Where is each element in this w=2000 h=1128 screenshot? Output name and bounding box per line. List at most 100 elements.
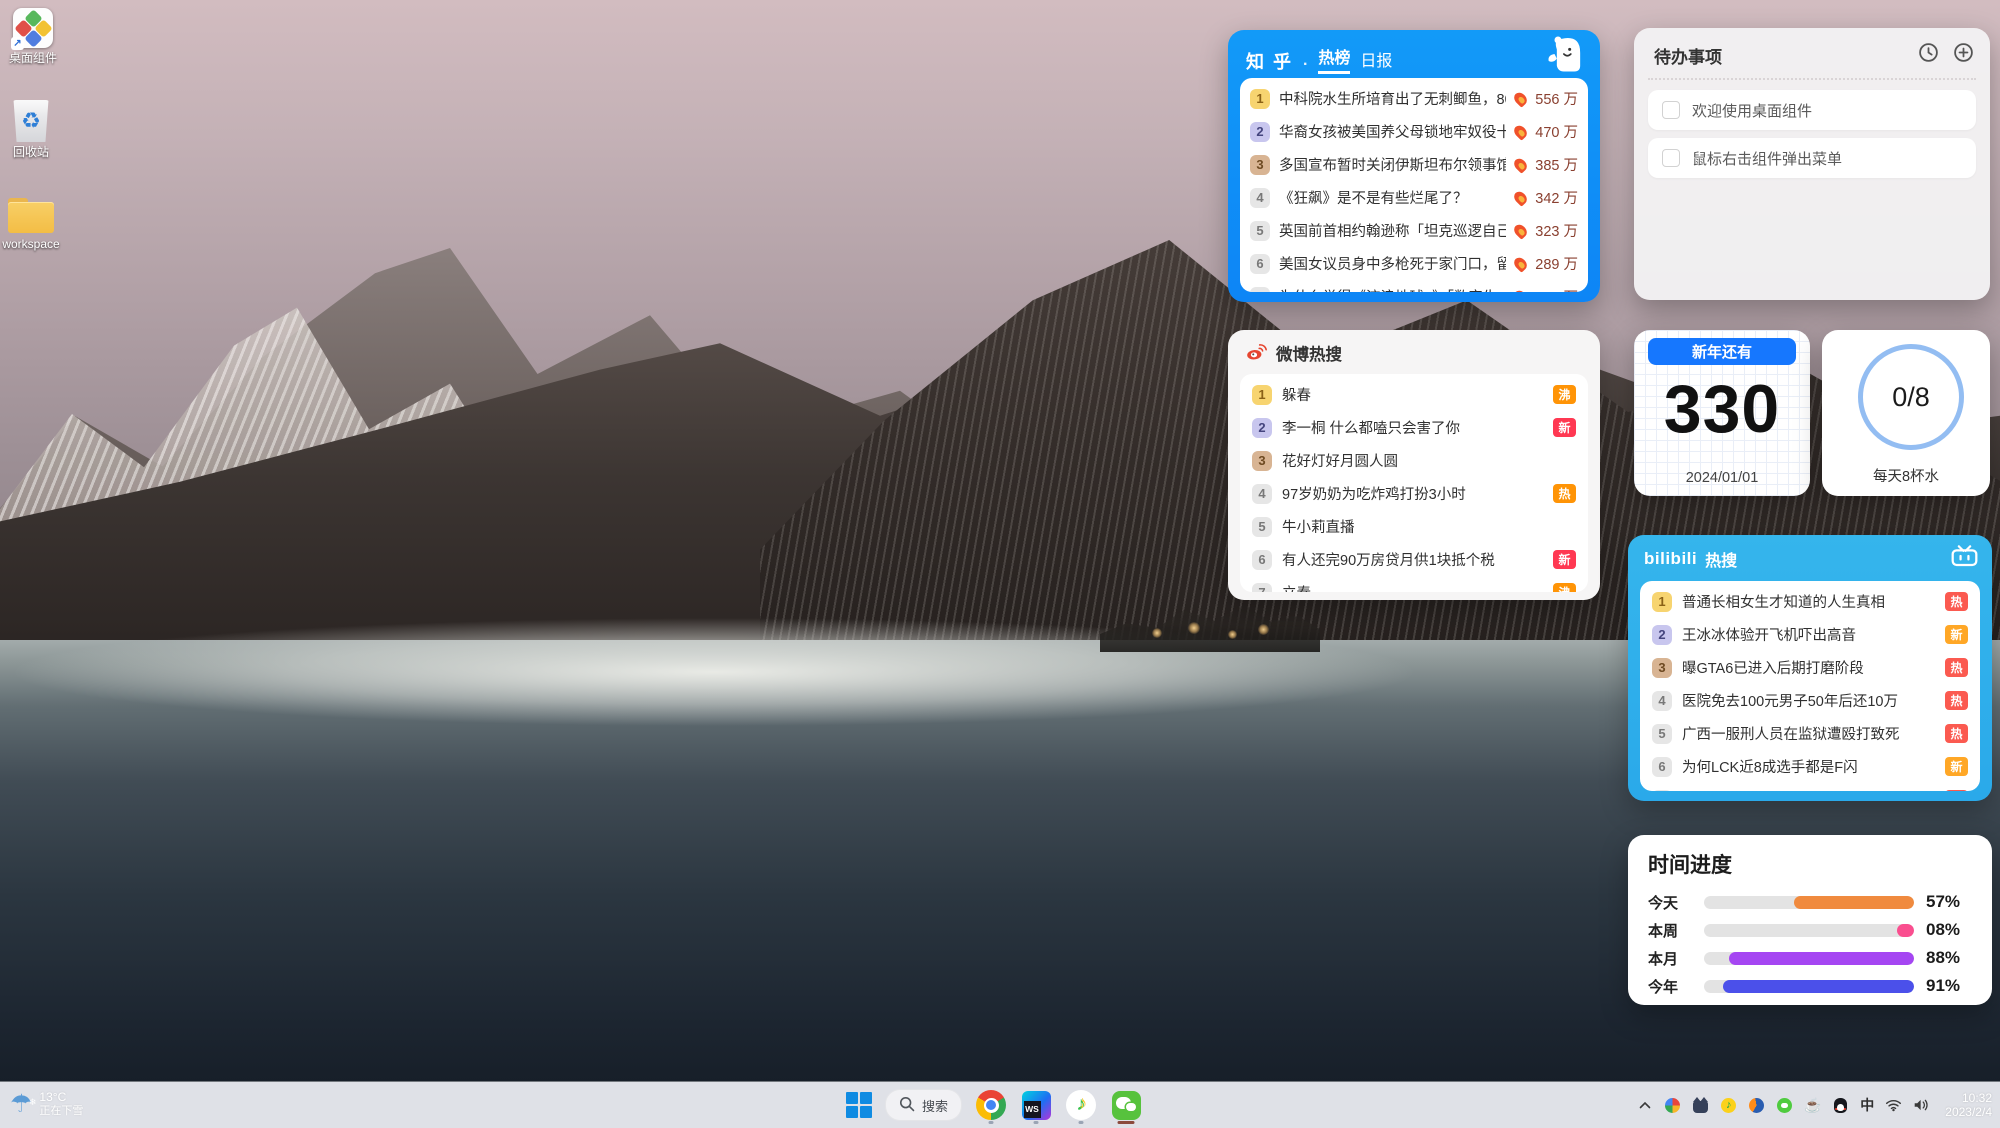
rank-badge: 6 [1252,550,1272,570]
weibo-item[interactable]: 2 李一桐 什么都嗑只会害了你 新 [1252,411,1576,444]
item-title: 战毒枭卧底还未来得及说再见 [1682,789,1935,791]
add-todo-icon[interactable] [1953,42,1974,68]
wallpaper-mist [0,618,1700,738]
wifi-icon[interactable] [1885,1097,1902,1114]
zhihu-item[interactable]: 5 英国前首相约翰逊称「坦克巡逻自己... 323 万 [1250,214,1578,247]
rank-badge: 3 [1250,155,1270,175]
hot-badge: 热 [1945,658,1968,677]
history-clock-icon[interactable] [1918,42,1939,68]
item-title: 普通长相女生才知道的人生真相 [1682,591,1935,612]
time-progress-title: 时间进度 [1648,849,1972,879]
rank-badge: 7 [1652,790,1672,792]
bilibili-item[interactable]: 6 为何LCK近8成选手都是F闪 新 [1652,750,1968,783]
taskbar-app-chrome[interactable] [975,1085,1007,1125]
tray-widgets-icon[interactable] [1664,1097,1681,1114]
item-heat: 556 万 [1535,88,1578,109]
weibo-title: 微博热搜 [1276,341,1342,365]
tray-qqmusic-icon[interactable]: ♪ [1720,1097,1737,1114]
tray-chevron-up-icon[interactable] [1636,1097,1653,1114]
rank-badge: 4 [1252,484,1272,504]
flame-icon [1512,255,1530,273]
bilibili-header: bilibili 热搜 [1644,545,1978,573]
start-button[interactable] [846,1092,872,1118]
desktop: ↗ 桌面组件 ♻ 回收站 workspace 知 乎 · 热榜 日报 [0,0,2000,1128]
progress-percent: 57% [1926,892,1972,912]
tab-hot[interactable]: 热榜 [1318,44,1350,74]
hot-badge: 新 [1553,550,1576,569]
taskbar-clock[interactable]: 10:32 2023/2/4 [1945,1091,1992,1119]
zhihu-item[interactable]: 7 为什么觉得《流浪地球2》「数字生... 256 万 [1250,280,1578,292]
weibo-header: 微博热搜 [1244,340,1342,366]
weibo-item[interactable]: 3 花好灯好月圆人圆 [1252,444,1576,477]
weibo-hot-widget: 微博热搜 1 躲春 沸 2 李一桐 什么都嗑只会害了你 新 3 花好灯好月圆人圆… [1228,330,1600,600]
desktop-icon-recycle-bin[interactable]: ♻ 回收站 [0,100,70,159]
zhihu-item[interactable]: 1 中科院水生所培育出了无刺鲫鱼，80... 556 万 [1250,82,1578,115]
rank-badge: 3 [1252,451,1272,471]
tray-cat-icon[interactable] [1692,1097,1709,1114]
newyear-countdown-widget: 新年还有 330 2024/01/01 [1634,330,1810,496]
checkbox[interactable] [1662,101,1680,119]
bilibili-item[interactable]: 3 曝GTA6已进入后期打磨阶段 热 [1652,651,1968,684]
taskbar-search[interactable]: 搜索 [885,1089,962,1121]
zhihu-item[interactable]: 6 美国女议员身中多枪死于家门口，留... 289 万 [1250,247,1578,280]
weibo-item[interactable]: 1 躲春 沸 [1252,378,1576,411]
rank-badge: 1 [1250,89,1270,109]
todo-text: 欢迎使用桌面组件 [1692,100,1812,121]
weibo-item[interactable]: 6 有人还完90万房贷月供1块抵个税 新 [1252,543,1576,576]
hot-badge: 新 [1553,418,1576,437]
taskbar-weather[interactable]: ☂❄ 13°C 正在下雪 [10,1086,83,1122]
water-progress-ring[interactable]: 0/8 [1858,344,1964,450]
tray-teacup-icon[interactable]: ☕ [1804,1097,1821,1114]
bilibili-hot-widget: bilibili 热搜 1 普通长相女生才知道的人生真相 热 2 王冰冰体验开飞… [1628,535,1992,801]
weibo-item[interactable]: 7 立春 沸 [1252,576,1576,592]
bilibili-item[interactable]: 1 普通长相女生才知道的人生真相 热 [1652,585,1968,618]
tray-wechat-icon[interactable] [1776,1097,1793,1114]
volume-icon[interactable] [1913,1097,1930,1114]
zhihu-item[interactable]: 4 《狂飙》是不是有些烂尾了？ 342 万 [1250,181,1578,214]
progress-track [1704,980,1914,993]
wechat-icon [1112,1091,1141,1120]
rank-badge: 4 [1652,691,1672,711]
tray-qq-icon[interactable] [1832,1097,1849,1114]
taskbar-app-wechat[interactable] [1110,1085,1142,1125]
desktop-icon-widgets-app[interactable]: ↗ 桌面组件 [0,8,72,65]
tray-browser-icon[interactable] [1748,1097,1765,1114]
todo-widget: 待办事项 欢迎使用桌面组件 鼠标右击组件弹出菜单 [1634,28,1990,300]
progress-label: 本周 [1648,920,1692,941]
bilibili-item[interactable]: 4 医院免去100元男子50年后还10万 热 [1652,684,1968,717]
rank-badge: 7 [1252,583,1272,593]
weibo-item[interactable]: 5 牛小莉直播 [1252,510,1576,543]
taskbar-app-webstorm[interactable]: WS [1020,1085,1052,1125]
desktop-icon-label: 回收站 [13,146,49,159]
item-title: 多国宣布暂时关闭伊斯坦布尔领事馆... [1279,154,1506,175]
item-title: 广西一服刑人员在监狱遭殴打致死 [1682,723,1935,744]
tab-daily[interactable]: 日报 [1360,47,1392,74]
progress-fill [1897,924,1914,937]
checkbox[interactable] [1662,149,1680,167]
todo-item[interactable]: 鼠标右击组件弹出菜单 [1648,138,1976,178]
ime-indicator[interactable]: 中 [1860,1095,1874,1115]
hot-badge: 新 [1945,757,1968,776]
item-title: 中科院水生所培育出了无刺鲫鱼，80... [1279,88,1506,109]
hot-badge: 新 [1945,625,1968,644]
zhihu-item[interactable]: 3 多国宣布暂时关闭伊斯坦布尔领事馆... 385 万 [1250,148,1578,181]
taskbar-app-qqmusic[interactable]: ♪ [1065,1085,1097,1125]
flame-icon [1512,123,1530,141]
hot-badge: 沸 [1553,583,1576,592]
weibo-item[interactable]: 4 97岁奶奶为吃炸鸡打扮3小时 热 [1252,477,1576,510]
desktop-icon-workspace[interactable]: workspace [0,198,70,251]
clock-time: 10:32 [1962,1091,1992,1105]
rank-badge: 6 [1652,757,1672,777]
bilibili-item[interactable]: 7 战毒枭卧底还未来得及说再见 热 [1652,783,1968,791]
qqmusic-icon: ♪ [1066,1090,1096,1120]
item-heat: 323 万 [1535,220,1578,241]
folder-icon [8,198,54,234]
bilibili-item[interactable]: 2 王冰冰体验开飞机吓出高音 新 [1652,618,1968,651]
countdown-title: 新年还有 [1648,338,1796,365]
water-label: 每天8杯水 [1822,465,1990,486]
weibo-logo-icon [1244,340,1268,367]
progress-label: 本月 [1648,948,1692,969]
bilibili-item[interactable]: 5 广西一服刑人员在监狱遭殴打致死 热 [1652,717,1968,750]
zhihu-item[interactable]: 2 华裔女孩被美国养父母锁地牢奴役十... 470 万 [1250,115,1578,148]
todo-item[interactable]: 欢迎使用桌面组件 [1648,90,1976,130]
